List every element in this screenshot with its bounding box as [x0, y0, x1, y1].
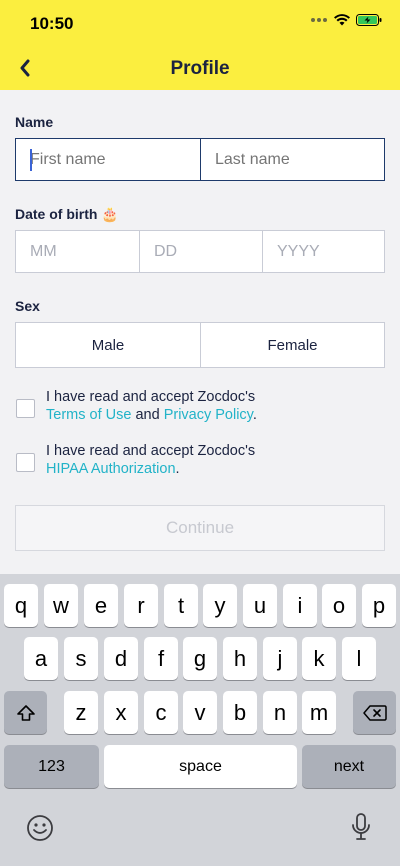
dob-label: Date of birth 🎂: [15, 206, 119, 222]
terms-period: .: [252, 407, 257, 423]
key-d[interactable]: d: [104, 637, 138, 680]
signal-dots-icon: [310, 17, 328, 23]
key-b[interactable]: b: [223, 691, 257, 734]
dob-month-placeholder: MM: [30, 242, 57, 260]
key-i[interactable]: i: [283, 584, 317, 627]
key-k[interactable]: k: [302, 637, 336, 680]
battery-charging-icon: [356, 14, 382, 26]
key-f[interactable]: f: [144, 637, 178, 680]
status-icons: [310, 14, 382, 26]
key-h[interactable]: h: [223, 637, 257, 680]
text-cursor: [30, 149, 32, 171]
status-time: 10:50: [30, 14, 74, 33]
numbers-key[interactable]: 123: [4, 745, 99, 788]
key-m[interactable]: m: [302, 691, 336, 734]
key-p[interactable]: p: [362, 584, 396, 627]
dob-field-group: MM DD YYYY: [15, 230, 385, 273]
key-w[interactable]: w: [44, 584, 78, 627]
hipaa-checkbox[interactable]: [16, 453, 35, 472]
shift-key[interactable]: [4, 691, 47, 734]
dob-year-field[interactable]: YYYY: [262, 231, 384, 272]
terms-consent-text: I have read and accept Zocdoc's Terms of…: [46, 388, 257, 424]
key-u[interactable]: u: [243, 584, 277, 627]
key-c[interactable]: c: [144, 691, 178, 734]
dictation-button[interactable]: [345, 810, 377, 844]
terms-consent-line: I have read and accept Zocdoc's: [46, 389, 256, 405]
key-e[interactable]: e: [84, 584, 118, 627]
last-name-input[interactable]: [201, 150, 384, 169]
sex-male-option[interactable]: Male: [16, 323, 200, 367]
dob-year-placeholder: YYYY: [277, 242, 320, 260]
space-key[interactable]: space: [104, 745, 297, 788]
name-field-group: [15, 138, 385, 181]
hipaa-consent-line: I have read and accept Zocdoc's: [46, 443, 256, 459]
sex-female-option[interactable]: Female: [200, 323, 384, 367]
emoji-icon: [27, 815, 53, 841]
status-bar: 10:50: [0, 0, 400, 44]
key-y[interactable]: y: [203, 584, 237, 627]
terms-and-text: and: [135, 407, 160, 423]
last-name-field[interactable]: [200, 139, 384, 180]
backspace-icon: [362, 704, 387, 721]
key-v[interactable]: v: [183, 691, 217, 734]
key-s[interactable]: s: [64, 637, 98, 680]
key-l[interactable]: l: [342, 637, 376, 680]
keyboard: q w e r t y u i o p a s d f g h j k l z …: [0, 574, 400, 866]
key-o[interactable]: o: [322, 584, 356, 627]
wifi-icon: [334, 14, 350, 26]
continue-button[interactable]: Continue: [15, 505, 385, 551]
dob-day-field[interactable]: DD: [139, 231, 262, 272]
key-n[interactable]: n: [263, 691, 297, 734]
key-j[interactable]: j: [263, 637, 297, 680]
dob-day-placeholder: DD: [154, 242, 178, 260]
key-a[interactable]: a: [24, 637, 58, 680]
hipaa-period: .: [175, 461, 180, 477]
first-name-field[interactable]: [16, 139, 200, 180]
shift-icon: [16, 704, 35, 721]
hipaa-authorization-link[interactable]: HIPAA Authorization: [46, 461, 176, 477]
key-g[interactable]: g: [183, 637, 217, 680]
sex-selector: Male Female: [15, 322, 385, 368]
hipaa-consent-links: HIPAA Authorization.: [46, 460, 255, 478]
page-title: Profile: [170, 58, 230, 79]
hipaa-consent-text: I have read and accept Zocdoc's HIPAA Au…: [46, 442, 255, 478]
emoji-button[interactable]: [24, 812, 56, 844]
header: 10:50 Profile: [0, 0, 400, 90]
first-name-input[interactable]: [16, 150, 200, 169]
terms-of-use-link[interactable]: Terms of Use: [46, 407, 131, 423]
key-q[interactable]: q: [4, 584, 38, 627]
name-label: Name: [15, 114, 54, 130]
sex-label: Sex: [15, 298, 40, 314]
microphone-icon: [352, 813, 370, 840]
terms-checkbox[interactable]: [16, 399, 35, 418]
delete-key[interactable]: [353, 691, 396, 734]
terms-consent-links: Terms of Use and Privacy Policy.: [46, 406, 257, 424]
key-t[interactable]: t: [164, 584, 198, 627]
key-r[interactable]: r: [124, 584, 158, 627]
key-z[interactable]: z: [64, 691, 98, 734]
next-key[interactable]: next: [302, 745, 396, 788]
key-x[interactable]: x: [104, 691, 138, 734]
privacy-policy-link[interactable]: Privacy Policy: [164, 407, 253, 423]
dob-month-field[interactable]: MM: [16, 231, 139, 272]
